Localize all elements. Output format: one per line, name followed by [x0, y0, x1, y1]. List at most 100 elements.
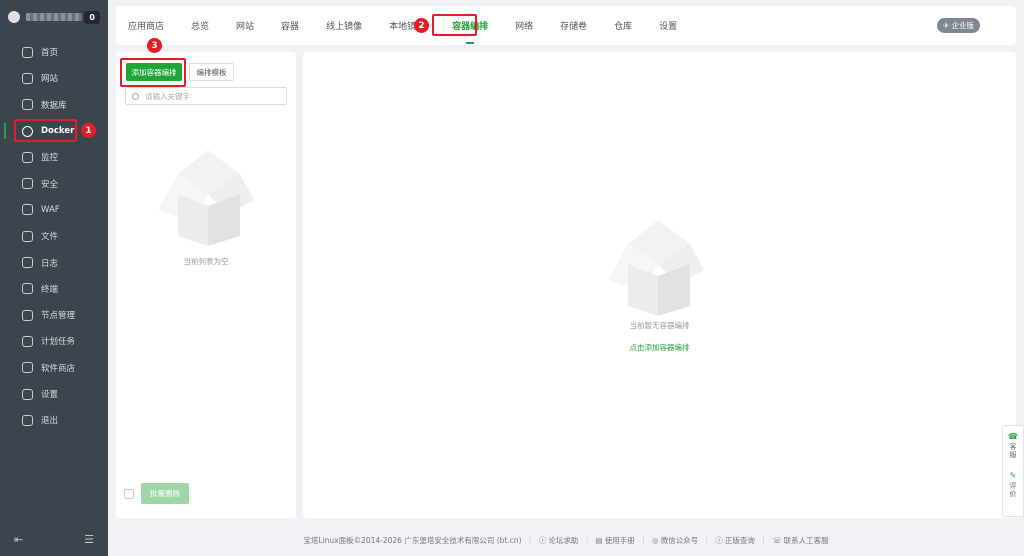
sidebar-item-terminal[interactable]: 终端: [0, 276, 108, 302]
folder-icon: [22, 230, 33, 242]
step-marker-3: 3: [147, 38, 162, 53]
add-compose-button[interactable]: 添加容器编排: [126, 63, 182, 81]
sidebar-item-label: 退出: [41, 416, 59, 427]
sidebar-item-security[interactable]: 安全: [0, 170, 108, 196]
gear-icon: [22, 388, 33, 400]
tab-compose[interactable]: 容器编排: [452, 19, 488, 44]
sidebar-item-label: 节点管理: [41, 311, 76, 322]
node-icon: [22, 309, 33, 321]
tab-containers[interactable]: 容器: [281, 19, 299, 32]
headset-icon: ☎: [1008, 432, 1018, 441]
add-compose-link[interactable]: 点击添加容器编排: [303, 342, 1016, 353]
sidebar-item-label: 软件商店: [41, 363, 76, 374]
sidebar-footer: ⇤ ☰: [0, 533, 108, 546]
detail-empty-text: 当前暂无容器编排: [629, 321, 690, 330]
sidebar-item-nodes[interactable]: 节点管理: [0, 302, 108, 328]
sidebar: 0 首页 网站 数据库 Docker 监控 安全 WAF 文件 日志 终端 节点…: [0, 0, 108, 556]
sidebar-item-label: 终端: [41, 284, 59, 295]
sidebar-item-label: 首页: [41, 48, 59, 59]
footer-link-forum[interactable]: 论坛求助: [548, 536, 578, 545]
bulk-delete-button[interactable]: 批量删除: [141, 483, 189, 504]
sidebar-item-monitor[interactable]: 监控: [0, 144, 108, 170]
sidebar-item-files[interactable]: 文件: [0, 223, 108, 249]
search-icon: [132, 92, 139, 100]
server-name-blurred: [26, 13, 82, 21]
sidebar-item-label: 数据库: [41, 100, 67, 111]
enterprise-button[interactable]: ✈ 企业版: [936, 18, 980, 33]
verify-icon: ⓘ: [715, 536, 723, 545]
sidebar-item-label: 监控: [41, 153, 59, 164]
tab-overview[interactable]: 总览: [191, 19, 209, 32]
collapse-icon[interactable]: ⇤: [14, 533, 23, 546]
terminal-icon: [22, 283, 33, 295]
empty-box-icon: [608, 220, 704, 316]
sidebar-item-label: 日志: [41, 258, 59, 269]
globe-icon: [22, 72, 33, 84]
sidebar-item-logout[interactable]: 退出: [0, 407, 108, 433]
tab-online-images[interactable]: 线上镜像: [326, 19, 362, 32]
footer: 宝塔Linux面板©2014-2026 广东堡塔安全技术有限公司 (bt.cn)…: [303, 536, 829, 545]
top-tab-bar: 应用商店 总览 网站 容器 线上镜像 本地镜像 容器编排 网络 存储卷 仓库 设…: [116, 6, 1016, 45]
enterprise-label: 企业版: [951, 21, 975, 30]
list-empty-text: 当前列表为空: [183, 257, 229, 266]
sidebar-menu: 首页 网站 数据库 Docker 监控 安全 WAF 文件 日志 终端 节点管理…: [0, 39, 108, 433]
bulk-actions: 批量删除: [124, 483, 189, 504]
floating-support-widget: ☎ 客服 ✎ 评价: [1002, 425, 1024, 517]
log-icon: [22, 257, 33, 269]
docker-icon: [22, 125, 33, 137]
compose-template-button[interactable]: 编排模板: [189, 63, 234, 81]
sidebar-item-settings[interactable]: 设置: [0, 381, 108, 407]
sidebar-item-label: 安全: [41, 179, 59, 190]
step-marker-2: 2: [414, 18, 429, 33]
step-marker-1: 1: [81, 123, 96, 138]
select-all-checkbox[interactable]: [124, 488, 134, 499]
sidebar-item-label: 设置: [41, 390, 59, 400]
shield-icon: [22, 178, 33, 190]
sidebar-item-database[interactable]: 数据库: [0, 92, 108, 118]
sidebar-item-label: 文件: [41, 232, 59, 243]
manual-icon: ▤: [595, 536, 603, 545]
tab-registry[interactable]: 仓库: [614, 19, 632, 32]
bt-logo-icon: [8, 11, 20, 23]
compose-list-panel: 添加容器编排 编排模板 请输入关键字 当前列表为空 批量删除: [116, 52, 296, 518]
compose-detail-panel: 当前暂无容器编排 点击添加容器编排: [303, 52, 1016, 518]
sidebar-item-label: WAF: [41, 204, 60, 215]
menu-icon[interactable]: ☰: [84, 533, 94, 546]
contact-icon: ☏: [772, 536, 782, 545]
calendar-icon: [22, 335, 33, 347]
sidebar-item-store[interactable]: 软件商店: [0, 355, 108, 381]
tab-websites[interactable]: 网站: [236, 19, 254, 32]
sidebar-item-logs[interactable]: 日志: [0, 249, 108, 275]
store-icon: [22, 362, 33, 374]
monitor-icon: [22, 151, 33, 163]
sidebar-item-website[interactable]: 网站: [0, 65, 108, 91]
footer-link-manual[interactable]: 使用手册: [605, 536, 635, 545]
sidebar-item-home[interactable]: 首页: [0, 39, 108, 65]
sidebar-item-cron[interactable]: 计划任务: [0, 328, 108, 354]
notification-badge[interactable]: 0: [84, 10, 100, 24]
sidebar-item-label: 网站: [41, 74, 59, 85]
tab-settings[interactable]: 设置: [659, 19, 677, 32]
copyright-text: 宝塔Linux面板©2014-2026 广东堡塔安全技术有限公司 (bt.cn): [303, 536, 522, 545]
waf-icon: [22, 204, 33, 216]
footer-link-verify[interactable]: 正版查询: [725, 536, 755, 545]
tab-app-store[interactable]: 应用商店: [128, 19, 164, 32]
footer-link-contact[interactable]: 联系人工客服: [784, 536, 829, 545]
customer-service-link[interactable]: 客服: [1008, 443, 1018, 459]
tab-network[interactable]: 网络: [515, 19, 533, 32]
edit-icon: ✎: [1009, 471, 1017, 480]
tab-volumes[interactable]: 存储卷: [560, 19, 587, 32]
sidebar-item-waf[interactable]: WAF: [0, 197, 108, 223]
database-icon: [22, 99, 33, 111]
empty-box-icon: [158, 150, 254, 246]
help-icon: ⓘ: [538, 536, 547, 545]
wechat-icon: ◎: [652, 536, 659, 545]
sidebar-item-label: 计划任务: [41, 337, 76, 348]
search-input[interactable]: 请输入关键字: [125, 87, 287, 105]
home-icon: [22, 46, 33, 58]
sidebar-item-label: Docker: [41, 126, 75, 137]
search-placeholder: 请输入关键字: [145, 91, 190, 101]
review-link[interactable]: 评价: [1008, 482, 1018, 498]
logout-icon: [22, 414, 33, 426]
footer-link-wechat[interactable]: 微信公众号: [661, 536, 699, 545]
